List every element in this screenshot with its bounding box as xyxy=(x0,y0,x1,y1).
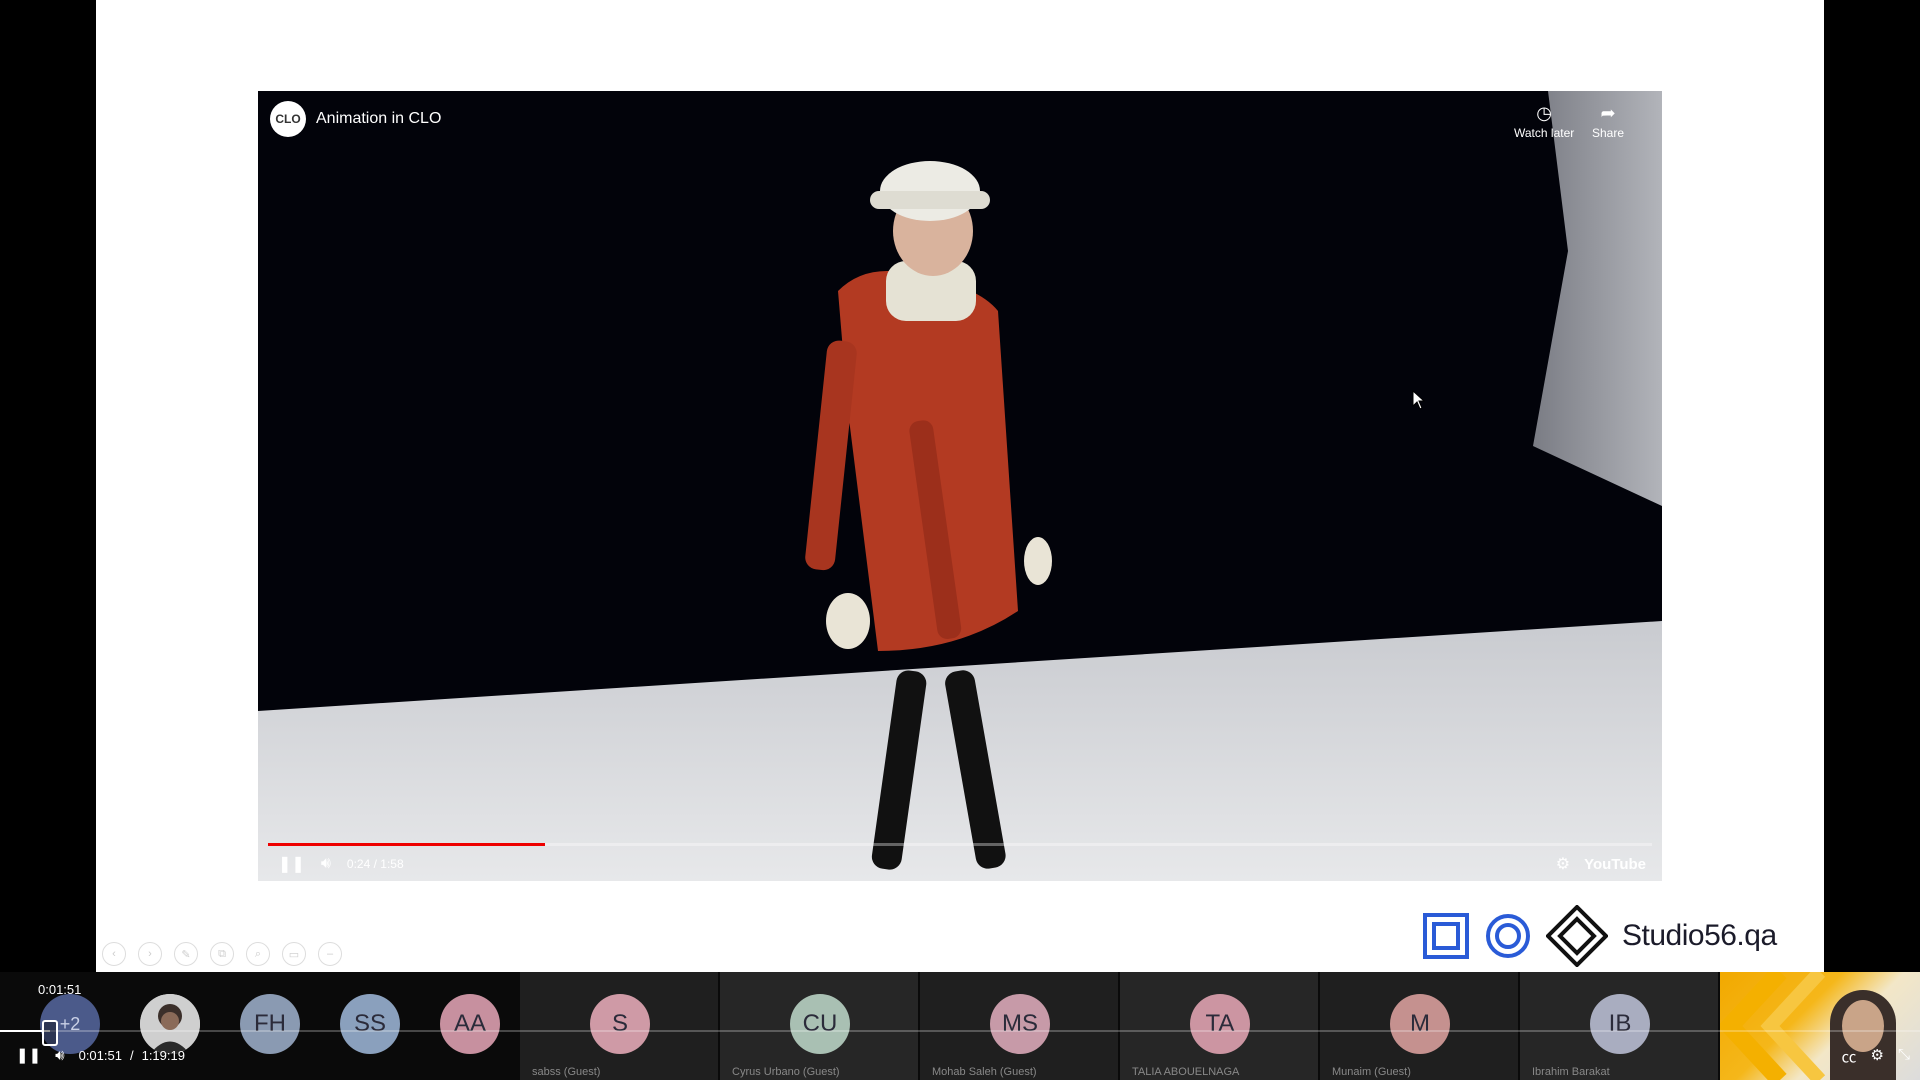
prev-slide-icon[interactable]: ‹ xyxy=(102,942,126,966)
share-button[interactable]: ➦ Share xyxy=(1592,103,1624,140)
video-progress-fill xyxy=(268,843,545,846)
studio56-logo-bar: Studio56.qa xyxy=(1422,905,1777,967)
participant-initials: IB xyxy=(1590,994,1650,1054)
share-arrow-icon: ➦ xyxy=(1600,103,1616,123)
share-label: Share xyxy=(1592,126,1625,140)
participant-tile-cyrus[interactable]: CU Cyrus Urbano (Guest) xyxy=(720,972,918,1080)
recording-controls: ❚❚ 🔊︎ 0:01:51 / 1:19:19 xyxy=(16,1046,185,1065)
slide-toolbar: ‹ › ✎ ⧉ ⌕ ▭ – xyxy=(102,942,354,966)
pen-icon[interactable]: ✎ xyxy=(174,942,198,966)
settings-gear-icon[interactable]: ⚙ xyxy=(1871,1046,1884,1067)
pause-icon[interactable]: ❚❚ xyxy=(16,1046,41,1064)
recording-scrubber[interactable] xyxy=(0,1020,1920,1046)
participant-avatar-aa[interactable]: AA xyxy=(440,994,500,1054)
channel-logo[interactable]: CLO xyxy=(270,101,306,137)
participant-tile-mohab[interactable]: MS Mohab Saleh (Guest) xyxy=(920,972,1118,1080)
participant-name: Mohab Saleh (Guest) xyxy=(932,1066,1037,1078)
screen-icon[interactable]: ▭ xyxy=(282,942,306,966)
current-time: 0:01:51 xyxy=(78,1047,122,1063)
volume-icon[interactable]: 🔊︎ xyxy=(55,1047,64,1064)
participant-avatar-ss[interactable]: SS xyxy=(340,994,400,1054)
participant-initials: S xyxy=(590,994,650,1054)
clock-icon: ◷ xyxy=(1536,103,1552,123)
next-slide-icon[interactable]: › xyxy=(138,942,162,966)
participant-initials: TA xyxy=(1190,994,1250,1054)
participant-strip: +2 FH SS AA S sabss (Guest) CU Cyrus Urb… xyxy=(0,972,1720,1080)
participant-tile-sabss[interactable]: S sabss (Guest) xyxy=(520,972,718,1080)
participant-name: Ibrahim Barakat xyxy=(1532,1066,1610,1078)
youtube-brand-link[interactable]: YouTube xyxy=(1584,856,1646,873)
presenter-face xyxy=(1842,1000,1884,1052)
duration: 1:19:19 xyxy=(141,1047,185,1063)
participant-name: Munaim (Guest) xyxy=(1332,1066,1411,1078)
participant-initials: CU xyxy=(790,994,850,1054)
video-frame-scene xyxy=(258,91,1662,881)
participant-name: TALIA ABOUELNAGA xyxy=(1132,1066,1240,1078)
video-header: CLO Animation in CLO xyxy=(270,101,441,137)
circle-logo-icon xyxy=(1486,914,1530,958)
participant-initials: MS xyxy=(990,994,1050,1054)
gear-icon[interactable]: ⚙ xyxy=(1556,854,1570,874)
scrubber-handle[interactable] xyxy=(42,1020,58,1046)
more-icon[interactable]: – xyxy=(318,942,342,966)
diamond-logo-icon xyxy=(1546,905,1608,967)
watch-later-button[interactable]: ◷ Watch later xyxy=(1514,103,1574,140)
participant-name: sabss (Guest) xyxy=(532,1066,601,1078)
participant-initials: M xyxy=(1390,994,1450,1054)
exit-fullscreen-icon[interactable]: ⤡ xyxy=(1898,1046,1910,1067)
mouse-cursor-icon xyxy=(1412,390,1426,410)
embedded-youtube-video[interactable]: CLO Animation in CLO ◷ Watch later ➦ Sha… xyxy=(258,91,1662,881)
participant-tile-talia[interactable]: TA TALIA ABOUELNAGA xyxy=(1120,972,1318,1080)
scrub-time-tooltip: 0:01:51 xyxy=(38,982,82,997)
watch-later-label: Watch later xyxy=(1514,126,1575,140)
person-photo-icon xyxy=(140,994,200,1054)
video-progress-bar[interactable] xyxy=(268,843,1652,846)
video-time: 0:24 / 1:58 xyxy=(346,857,404,871)
participant-avatar-fh[interactable]: FH xyxy=(240,994,300,1054)
square-logo-icon xyxy=(1423,913,1469,959)
participant-tile-munaim[interactable]: M Munaim (Guest) xyxy=(1320,972,1518,1080)
studio56-wordmark: Studio56.qa xyxy=(1622,919,1777,952)
chevron-arrows-icon xyxy=(1720,972,1826,1080)
presentation-slide: CLO Animation in CLO ◷ Watch later ➦ Sha… xyxy=(96,0,1824,972)
video-controls: ❚❚ 🔊︎ 0:24 / 1:58 ⚙ YouTube xyxy=(278,851,1646,877)
participant-name: Cyrus Urbano (Guest) xyxy=(732,1066,840,1078)
participant-photo-avatar[interactable] xyxy=(140,994,200,1054)
volume-icon[interactable]: 🔊︎ xyxy=(321,855,331,873)
participant-tile-ibrahim[interactable]: IB Ibrahim Barakat xyxy=(1520,972,1718,1080)
recording-controls-right: ㏄ ⚙ ⤡ xyxy=(1828,1046,1910,1067)
copy-icon[interactable]: ⧉ xyxy=(210,942,234,966)
zoom-icon[interactable]: ⌕ xyxy=(246,942,270,966)
pause-icon[interactable]: ❚❚ xyxy=(278,854,305,874)
captions-icon[interactable]: ㏄ xyxy=(1842,1046,1857,1067)
video-title[interactable]: Animation in CLO xyxy=(316,110,441,128)
time-separator: / xyxy=(129,1047,134,1063)
